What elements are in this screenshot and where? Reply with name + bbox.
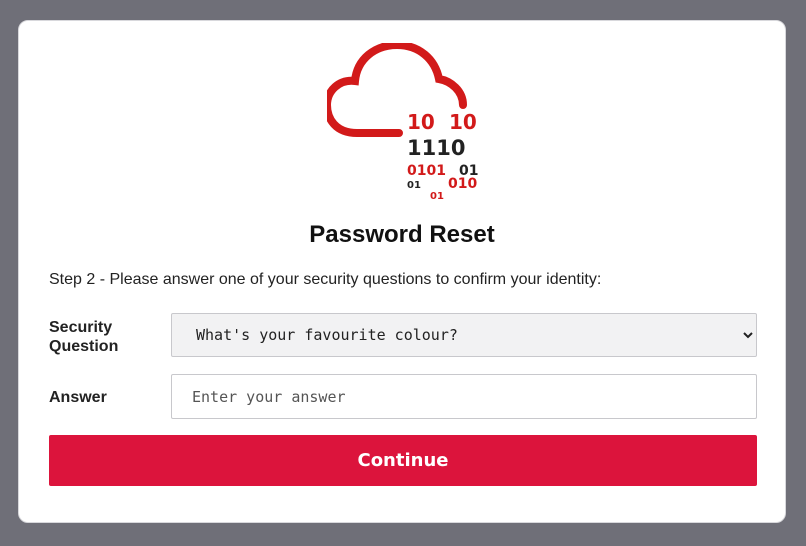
security-question-select[interactable]: What's your favourite colour?: [171, 313, 757, 357]
cloud-binary-icon: 10 10 1110 0101 01 01 010 01: [327, 43, 478, 202]
binary-digit: 10: [449, 110, 477, 134]
binary-digit: 1110: [407, 136, 465, 160]
page-title: Password Reset: [309, 221, 495, 248]
binary-digit: 0101: [407, 163, 446, 179]
password-reset-card: 10 10 1110 0101 01 01 010 01 Password Re…: [18, 20, 786, 523]
binary-digit: 01: [407, 180, 421, 191]
security-question-label: Security Question: [49, 319, 119, 355]
continue-button[interactable]: Continue: [49, 435, 757, 486]
binary-digit: 10: [407, 110, 435, 134]
answer-input[interactable]: [171, 374, 757, 419]
cloud-outline: [327, 43, 467, 137]
step-instructions: Step 2 - Please answer one of your secur…: [49, 271, 602, 288]
binary-digit: 01: [430, 191, 444, 202]
binary-digit: 010: [448, 176, 477, 192]
answer-label: Answer: [49, 389, 107, 406]
